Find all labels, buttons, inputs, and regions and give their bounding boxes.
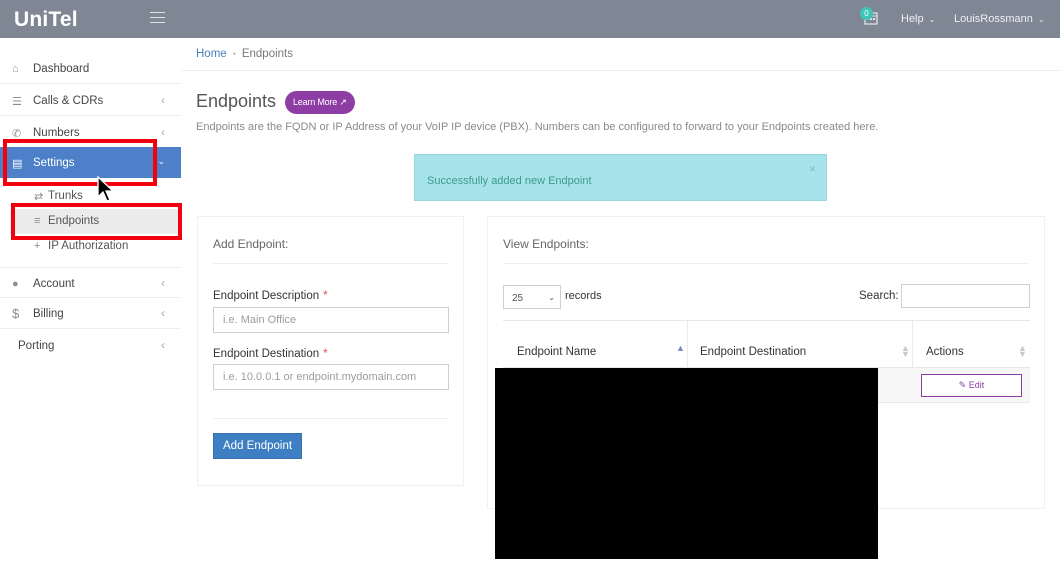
required-marker: * xyxy=(323,348,328,360)
endpoint-description-label: Endpoint Description * xyxy=(213,290,328,302)
chevron-left-icon: ‹ xyxy=(161,338,165,352)
chevron-down-icon: ⌄ xyxy=(1037,15,1045,24)
sidebar-item-porting[interactable]: Porting ‹ xyxy=(0,330,181,361)
column-divider xyxy=(912,321,913,369)
sidebar-subitem-label: Trunks xyxy=(48,190,83,202)
endpoint-description-label-text: Endpoint Description xyxy=(213,290,320,302)
chevron-down-icon: ⌄ xyxy=(157,156,165,166)
breadcrumb: Home • Endpoints xyxy=(196,48,293,60)
column-header-endpoint-name[interactable]: Endpoint Name xyxy=(517,346,596,358)
endpoint-destination-label: Endpoint Destination * xyxy=(213,348,328,360)
chevron-left-icon: ‹ xyxy=(161,93,165,107)
close-icon[interactable]: × xyxy=(809,162,816,176)
list-icon: ☰ xyxy=(12,96,22,108)
notification-count-badge: 0 xyxy=(860,7,873,20)
home-icon: ⌂ xyxy=(12,63,19,75)
endpoint-description-input[interactable] xyxy=(213,307,449,333)
notifications-button[interactable]: 0 xyxy=(860,7,882,29)
column-header-actions: Actions xyxy=(926,346,964,358)
view-endpoints-title: View Endpoints: xyxy=(503,237,589,251)
chevron-left-icon: ‹ xyxy=(161,306,165,320)
exchange-icon: ⇄ xyxy=(34,191,44,203)
sidebar: ⌂ Dashboard ☰ Calls & CDRs ‹ ✆ Numbers ‹… xyxy=(0,38,181,571)
divider xyxy=(181,70,1060,71)
success-alert: Successfully added new Endpoint × xyxy=(414,154,827,201)
endpoint-destination-label-text: Endpoint Destination xyxy=(213,348,320,360)
sidebar-item-dashboard[interactable]: ⌂ Dashboard xyxy=(0,53,181,84)
brand-logo[interactable]: UniTel xyxy=(14,8,78,32)
page-size-value: 25 xyxy=(512,293,524,304)
records-label: records xyxy=(565,290,602,302)
sort-icon[interactable]: ▲ ▼ xyxy=(1018,344,1027,359)
chevron-left-icon: ‹ xyxy=(161,125,165,139)
add-endpoint-button[interactable]: Add Endpoint xyxy=(213,433,303,459)
external-link-icon: ↗ xyxy=(337,97,347,107)
mouse-cursor-icon xyxy=(97,176,115,202)
column-header-endpoint-destination[interactable]: Endpoint Destination xyxy=(700,346,806,358)
user-menu[interactable]: LouisRossmann ⌄ xyxy=(954,13,1045,25)
sidebar-item-account[interactable]: ● Account ‹ xyxy=(0,267,181,298)
hamburger-menu-icon[interactable] xyxy=(150,12,165,24)
top-navbar: UniTel 0 Help ⌄ LouisRossmann ⌄ xyxy=(0,0,1060,38)
sidebar-item-label: Numbers xyxy=(33,127,80,139)
sidebar-item-billing[interactable]: $ Billing ‹ xyxy=(0,298,181,329)
page-title: Endpoints xyxy=(196,91,277,111)
sort-icon[interactable]: ▲ ▼ xyxy=(901,344,910,359)
edit-icon: ✎ xyxy=(958,380,969,390)
learn-more-label: Learn More xyxy=(293,97,338,107)
phone-icon: ✆ xyxy=(12,128,22,140)
sidebar-subitem-label: IP Authorization xyxy=(48,240,129,252)
sidebar-item-label: Account xyxy=(33,278,75,290)
plus-icon: + xyxy=(34,240,41,252)
chevron-left-icon: ‹ xyxy=(161,276,165,290)
breadcrumb-current: Endpoints xyxy=(241,48,293,60)
learn-more-button[interactable]: Learn More ↗ xyxy=(285,91,355,114)
breadcrumb-home-link[interactable]: Home xyxy=(196,48,227,60)
search-input[interactable] xyxy=(901,284,1030,308)
redacted-area xyxy=(495,368,878,559)
chevron-down-icon: ⌄ xyxy=(548,293,555,302)
success-alert-message: Successfully added new Endpoint xyxy=(427,175,592,187)
endpoints-highlight-box xyxy=(11,203,182,240)
help-menu[interactable]: Help ⌄ xyxy=(901,13,935,25)
page-size-select[interactable]: 25 ⌄ xyxy=(503,285,561,309)
help-label: Help xyxy=(901,13,924,25)
sidebar-item-label: Billing xyxy=(33,308,64,320)
sidebar-item-label: Dashboard xyxy=(33,63,90,75)
sidebar-item-label: Porting xyxy=(18,340,55,352)
sidebar-item-label: Calls & CDRs xyxy=(33,95,104,107)
edit-button[interactable]: ✎ Edit xyxy=(921,374,1022,397)
table-header: Endpoint Name ▲ Endpoint Destination ▲ ▼ … xyxy=(503,320,1030,369)
search-label: Search: xyxy=(859,290,899,302)
dollar-icon: $ xyxy=(12,306,20,321)
chevron-down-icon: ⌄ xyxy=(928,15,936,24)
sidebar-item-calls-cdrs[interactable]: ☰ Calls & CDRs ‹ xyxy=(0,85,181,116)
column-divider xyxy=(687,321,688,369)
sort-ascending-icon[interactable]: ▲ xyxy=(676,344,685,353)
divider xyxy=(213,263,448,264)
edit-label: Edit xyxy=(968,380,985,390)
endpoint-destination-input[interactable] xyxy=(213,364,449,390)
add-endpoint-panel: Add Endpoint: Endpoint Description* Endp… xyxy=(197,216,464,486)
user-name: LouisRossmann xyxy=(954,13,1033,25)
divider xyxy=(503,263,1029,264)
user-icon: ● xyxy=(12,278,19,290)
settings-highlight-box xyxy=(3,139,157,186)
breadcrumb-separator: • xyxy=(232,49,236,59)
add-endpoint-title: Add Endpoint: xyxy=(213,237,289,251)
page-description: Endpoints are the FQDN or IP Address of … xyxy=(196,121,879,133)
divider xyxy=(213,418,448,419)
required-marker: * xyxy=(323,290,328,302)
